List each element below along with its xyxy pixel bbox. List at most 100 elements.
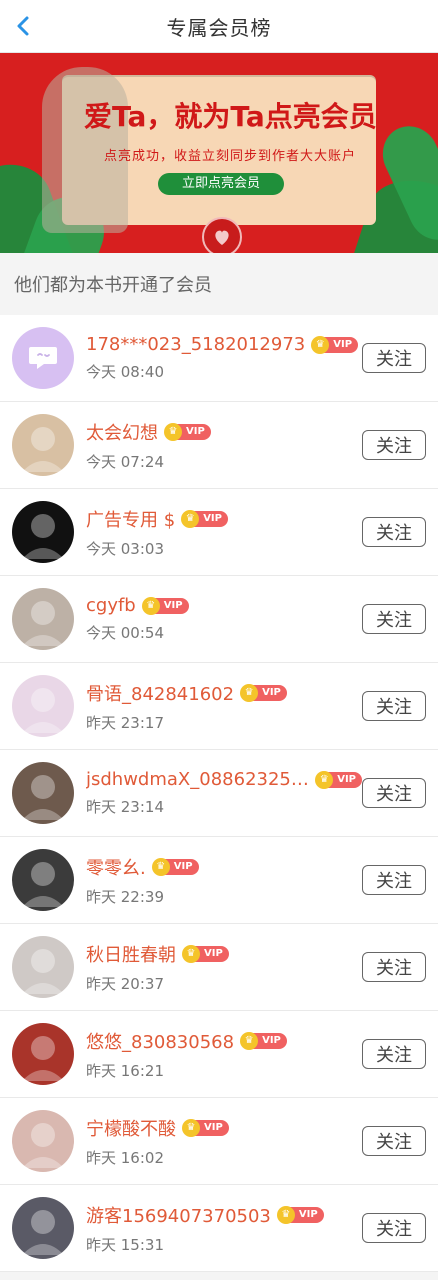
member-name[interactable]: 宁檬酸不酸 [86,1115,176,1141]
light-up-vip-button[interactable]: 立即点亮会员 [158,173,284,195]
list-item[interactable]: 秋日胜春朝 ♛ VIP 昨天 20:37 关注 [0,924,438,1011]
member-name[interactable]: 悠悠_830830568 [86,1028,234,1054]
member-time: 昨天 23:17 [86,713,164,732]
vip-label: VIP [262,687,281,698]
member-time: 昨天 15:31 [86,1235,164,1254]
avatar[interactable] [12,762,74,824]
crown-icon: ♛ [182,1118,200,1137]
follow-button[interactable]: 关注 [362,430,426,460]
member-name[interactable]: 游客1569407370503 [86,1202,271,1228]
vip-badge: ♛ VIP [164,422,211,441]
back-button[interactable] [10,12,38,40]
user-silhouette-icon [22,1123,64,1168]
avatar[interactable] [12,588,74,650]
list-item[interactable]: 零零幺. ♛ VIP 昨天 22:39 关注 [0,837,438,924]
avatar[interactable] [12,1197,74,1259]
banner-headline: 爱Ta，就为Ta点亮会员 [84,100,377,133]
member-name-line: cgyfb ♛ VIP [86,595,362,616]
list-item[interactable]: 广告专用 $ ♛ VIP 今天 03:03 关注 [0,489,438,576]
member-name[interactable]: 广告专用 $ [86,506,175,532]
avatar[interactable] [12,414,74,476]
avatar[interactable] [12,327,74,389]
vip-badge: ♛ VIP [182,944,229,963]
member-info: 悠悠_830830568 ♛ VIP 昨天 16:21 [86,1028,362,1081]
avatar[interactable] [12,1110,74,1172]
member-time: 今天 03:03 [86,539,164,558]
follow-button[interactable]: 关注 [362,778,426,808]
crown-icon: ♛ [311,335,330,354]
member-info: 太会幻想 ♛ VIP 今天 07:24 [86,419,362,472]
vip-badge: ♛ VIP [181,509,228,528]
avatar[interactable] [12,501,74,563]
vip-badge: ♛ VIP [315,770,362,789]
list-item[interactable]: 悠悠_830830568 ♛ VIP 昨天 16:21 关注 [0,1011,438,1098]
crown-icon: ♛ [276,1205,295,1224]
crown-icon: ♛ [182,944,200,963]
member-name[interactable]: jsdhwdmaX_0886232531 [86,769,309,790]
avatar[interactable] [12,936,74,998]
follow-button[interactable]: 关注 [362,952,426,982]
list-item[interactable]: cgyfb ♛ VIP 今天 00:54 关注 [0,576,438,663]
user-silhouette-icon [22,427,64,472]
list-item[interactable]: 游客1569407370503 ♛ VIP 昨天 15:31 关注 [0,1185,438,1272]
member-name-line: 悠悠_830830568 ♛ VIP [86,1028,362,1054]
user-silhouette-icon [22,949,64,994]
vip-label: VIP [262,1035,281,1046]
follow-button[interactable]: 关注 [362,604,426,634]
promo-banner[interactable]: 爱Ta，就为Ta点亮会员 点亮成功，收益立刻同步到作者大大账户 立即点亮会员 [0,53,438,253]
vip-label: VIP [204,948,223,959]
crown-icon: ♛ [315,770,334,789]
crown-icon: ♛ [240,1031,259,1050]
vip-label: VIP [163,600,183,611]
member-name-line: 骨语_842841602 ♛ VIP [86,680,362,706]
crown-icon: ♛ [164,422,182,441]
user-silhouette-icon [22,514,64,559]
user-silhouette-icon [22,1210,64,1255]
follow-button[interactable]: 关注 [362,343,426,373]
follow-button[interactable]: 关注 [362,1039,426,1069]
list-item[interactable]: jsdhwdmaX_0886232531 ♛ VIP 昨天 23:14 关注 [0,750,438,837]
member-time: 昨天 23:14 [86,798,164,816]
banner-subtext: 点亮成功，收益立刻同步到作者大大账户 [104,149,357,164]
follow-button[interactable]: 关注 [362,1213,426,1243]
member-name[interactable]: 178***023_5182012973 [86,334,305,355]
member-name[interactable]: 零零幺. [86,854,146,880]
member-list-heading: 他们都为本书开通了会员 [0,253,438,315]
member-name-line: 零零幺. ♛ VIP [86,854,362,880]
chat-bubble-icon [29,347,57,369]
member-name-line: 秋日胜春朝 ♛ VIP [86,941,362,967]
member-time: 昨天 20:37 [86,974,164,993]
follow-button[interactable]: 关注 [362,517,426,547]
vip-badge: ♛ VIP [276,1205,324,1224]
avatar[interactable] [12,1023,74,1085]
member-name[interactable]: cgyfb [86,595,136,616]
header-bar: 专属会员榜 [0,0,438,53]
member-info: 骨语_842841602 ♛ VIP 昨天 23:17 [86,680,362,733]
member-time: 今天 08:40 [86,363,164,381]
user-silhouette-icon [22,775,64,820]
avatar[interactable] [12,675,74,737]
member-info: 宁檬酸不酸 ♛ VIP 昨天 16:02 [86,1115,362,1168]
member-name-line: 宁檬酸不酸 ♛ VIP [86,1115,362,1141]
avatar[interactable] [12,849,74,911]
follow-button[interactable]: 关注 [362,691,426,721]
vip-label: VIP [204,1122,223,1133]
member-name[interactable]: 骨语_842841602 [86,680,234,706]
follow-button[interactable]: 关注 [362,1126,426,1156]
list-item[interactable]: 骨语_842841602 ♛ VIP 昨天 23:17 关注 [0,663,438,750]
heart-seal-icon [202,217,242,253]
member-time: 昨天 16:21 [86,1061,164,1080]
list-item[interactable]: 宁檬酸不酸 ♛ VIP 昨天 16:02 关注 [0,1098,438,1185]
list-item[interactable]: 178***023_5182012973 ♛ VIP 今天 08:40 关注 [0,315,438,402]
member-name[interactable]: 太会幻想 [86,419,158,445]
crown-icon: ♛ [240,683,259,702]
vip-badge: ♛ VIP [182,1118,229,1137]
vip-label: VIP [173,861,193,872]
vip-label: VIP [337,774,356,785]
member-info: jsdhwdmaX_0886232531 ♛ VIP 昨天 23:14 [86,769,362,817]
member-name[interactable]: 秋日胜春朝 [86,941,176,967]
crown-icon: ♛ [141,596,160,615]
list-item[interactable]: 太会幻想 ♛ VIP 今天 07:24 关注 [0,402,438,489]
vip-badge: ♛ VIP [141,596,189,615]
follow-button[interactable]: 关注 [362,865,426,895]
